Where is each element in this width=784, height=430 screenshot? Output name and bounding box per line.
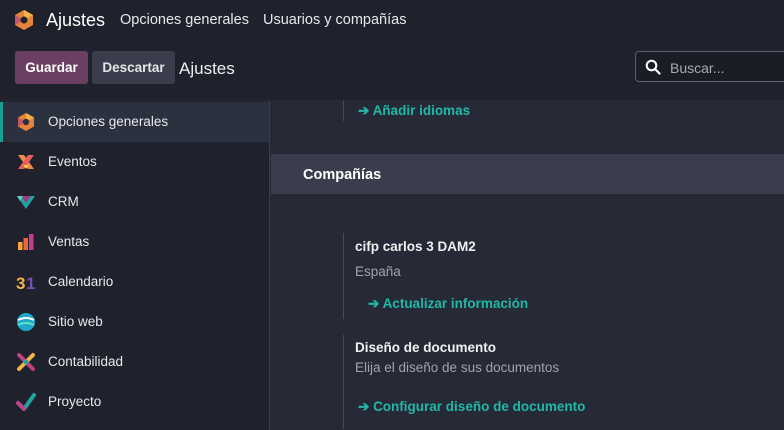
search-input[interactable] [668,57,784,79]
menu-users-companies[interactable]: Usuarios y compañías [263,12,406,28]
search-box[interactable] [635,51,784,82]
divider [343,335,344,429]
svg-text:1: 1 [26,274,35,292]
link-label: Actualizar información [382,296,529,311]
sidebar-item-label: Calendario [48,274,114,289]
discard-button[interactable]: Descartar [92,51,175,84]
events-icon [18,155,34,169]
app-title[interactable]: Ajustes [46,10,105,31]
top-navbar: Ajustes Opciones generales Usuarios y co… [0,0,784,40]
sidebar-item-label: CRM [48,194,79,209]
divider [343,233,344,319]
sidebar-item-general-options[interactable]: Opciones generales [0,102,269,142]
website-icon [17,313,35,331]
sales-icon [18,234,34,250]
sidebar-item-label: Opciones generales [48,114,169,129]
divider [343,101,344,121]
sidebar-item-label: Proyecto [48,394,102,409]
companies-section-header: Compañías [271,154,784,194]
configure-layout-link[interactable]: ➔ Configurar diseño de documento [358,399,585,415]
add-languages-link[interactable]: ➔ Añadir idiomas [358,103,470,119]
link-label: Configurar diseño de documento [373,399,586,414]
search-icon [645,59,661,75]
breadcrumb: Ajustes [179,59,235,78]
calendar-icon: 3 1 [16,274,35,292]
sidebar-item-label: Ventas [48,234,90,249]
section-title: Compañías [303,167,382,183]
company-country: España [355,264,401,279]
settings-app-icon[interactable] [14,9,34,31]
company-name: cifp carlos 3 DAM2 [355,239,476,254]
svg-text:3: 3 [16,274,25,292]
sidebar-item-crm[interactable]: CRM [0,182,269,222]
sidebar-item-events[interactable]: Eventos [0,142,269,182]
settings-icon [18,113,34,131]
settings-sidebar: Opciones generales Eventos CRM Ventas 3 … [0,101,270,430]
document-layout-title: Diseño de documento [355,340,497,355]
sidebar-item-label: Sitio web [48,314,103,329]
sidebar-item-sales[interactable]: Ventas [0,222,269,262]
control-panel: Guardar Descartar Ajustes [0,40,784,100]
project-icon [16,393,36,411]
link-label: Añadir idiomas [372,103,471,118]
accounting-icon [17,353,35,371]
document-layout-description: Elija el diseño de sus documentos [355,360,560,375]
sidebar-item-label: Eventos [48,154,97,169]
update-info-link[interactable]: ➔ Actualizar información [368,296,528,312]
menu-general-options[interactable]: Opciones generales [120,12,249,28]
save-button[interactable]: Guardar [15,51,88,84]
sidebar-item-website[interactable]: Sitio web [0,302,269,342]
sidebar-item-label: Contabilidad [48,354,124,369]
sidebar-item-accounting[interactable]: Contabilidad [0,342,269,382]
sidebar-item-calendar[interactable]: 3 1 Calendario [0,262,269,302]
sidebar-item-project[interactable]: Proyecto [0,382,269,422]
crm-icon [17,196,35,209]
settings-content: ➔ Añadir idiomas Compañías cifp carlos 3… [271,101,784,430]
